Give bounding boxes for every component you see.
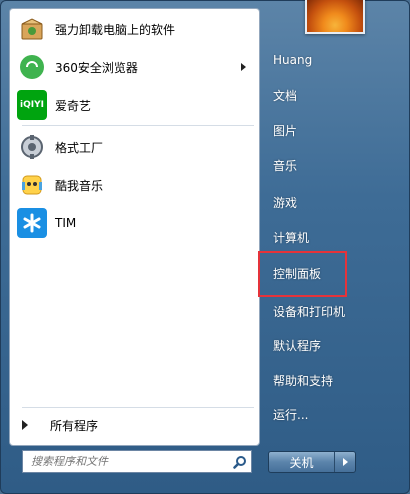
shutdown-options-button[interactable] [335, 452, 355, 472]
right-item-documents[interactable]: 文档 [263, 80, 403, 110]
program-iqiyi[interactable]: iQIYI 爱奇艺 [14, 87, 256, 123]
divider [22, 125, 254, 126]
divider [22, 407, 254, 408]
programs-pane: 强力卸载电脑上的软件 360安全浏览器 iQIYI 爱奇艺 格式工厂 酷我音乐 … [9, 8, 260, 446]
right-item-help-support[interactable]: 帮助和支持 [263, 365, 403, 395]
program-360-browser[interactable]: 360安全浏览器 [14, 49, 256, 85]
right-item-run[interactable]: 运行... [263, 399, 403, 429]
right-item-default-programs[interactable]: 默认程序 [263, 330, 403, 360]
format-factory-icon [17, 132, 47, 162]
program-label: 酷我音乐 [55, 178, 104, 193]
arrow-right-icon [342, 458, 348, 466]
360-browser-icon [17, 52, 47, 82]
expand-arrow-icon [22, 420, 28, 430]
search-icon[interactable] [229, 451, 251, 472]
program-label: TIM [55, 216, 77, 230]
submenu-arrow-icon[interactable] [241, 63, 246, 71]
shutdown-control: 关机 [268, 451, 356, 473]
program-kuwo-music[interactable]: 酷我音乐 [14, 167, 256, 203]
search-box[interactable] [22, 450, 252, 473]
program-label: 爱奇艺 [55, 98, 92, 113]
right-item-computer[interactable]: 计算机 [263, 222, 403, 252]
search-input[interactable] [23, 451, 229, 472]
tim-icon [17, 208, 47, 238]
search-area [9, 446, 260, 486]
program-uninstaller[interactable]: 强力卸载电脑上的软件 [14, 11, 256, 47]
right-item-devices-printers[interactable]: 设备和打印机 [263, 296, 403, 326]
iqiyi-icon: iQIYI [17, 90, 47, 120]
program-label: 360安全浏览器 [55, 60, 138, 75]
right-item-user[interactable]: Huang [263, 45, 403, 75]
program-tim[interactable]: TIM [14, 205, 256, 241]
user-avatar[interactable] [305, 0, 365, 34]
all-programs-button[interactable]: 所有程序 [18, 413, 253, 437]
program-format-factory[interactable]: 格式工厂 [14, 129, 256, 165]
program-label: 格式工厂 [55, 140, 104, 155]
kuwo-music-icon [17, 170, 47, 200]
right-item-music[interactable]: 音乐 [263, 150, 403, 180]
all-programs-label: 所有程序 [50, 418, 99, 433]
uninstall-box-icon [17, 14, 47, 44]
program-label: 强力卸载电脑上的软件 [55, 22, 176, 37]
right-item-games[interactable]: 游戏 [263, 187, 403, 217]
shutdown-button[interactable]: 关机 [269, 452, 335, 472]
right-item-pictures[interactable]: 图片 [263, 115, 403, 145]
control-panel-highlight [258, 251, 347, 297]
